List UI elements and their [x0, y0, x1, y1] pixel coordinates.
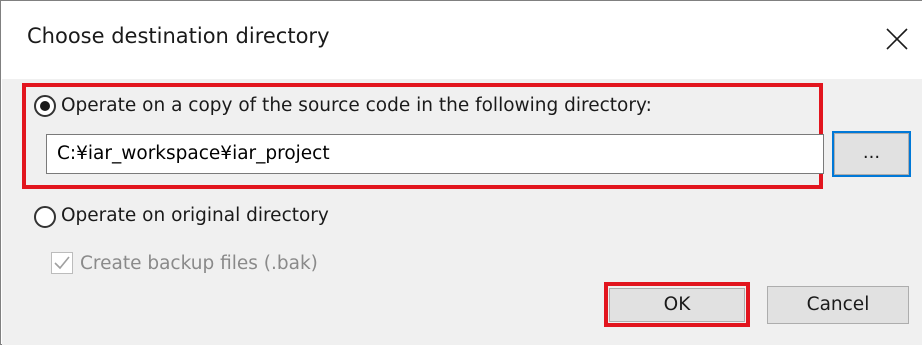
title-bar: Choose destination directory: [1, 1, 922, 79]
copy-option-label[interactable]: Operate on a copy of the source code in …: [61, 95, 652, 116]
original-option-label[interactable]: Operate on original directory: [61, 205, 329, 226]
cancel-button-label: Cancel: [806, 294, 870, 315]
close-button[interactable]: [877, 17, 917, 57]
directory-path-input[interactable]: C:¥iar_workspace¥iar_project: [46, 134, 824, 174]
original-option-radio[interactable]: [34, 206, 56, 228]
copy-option-radio[interactable]: [34, 95, 56, 117]
radio-selected-dot: [40, 101, 50, 111]
choose-destination-dialog: Choose destination directory Operate on …: [0, 0, 922, 345]
browse-button-label: ...: [834, 133, 909, 175]
browse-button[interactable]: ...: [832, 131, 911, 177]
dialog-title: Choose destination directory: [27, 24, 330, 48]
backup-files-label: Create backup files (.bak): [80, 253, 318, 274]
backup-files-checkbox[interactable]: [51, 252, 73, 274]
ok-button-label: OK: [663, 294, 691, 315]
checkmark-icon: [54, 256, 70, 270]
directory-path-value: C:¥iar_workspace¥iar_project: [57, 143, 330, 164]
cancel-button[interactable]: Cancel: [767, 286, 909, 324]
ok-button[interactable]: OK: [609, 288, 745, 322]
close-icon: [886, 28, 908, 50]
